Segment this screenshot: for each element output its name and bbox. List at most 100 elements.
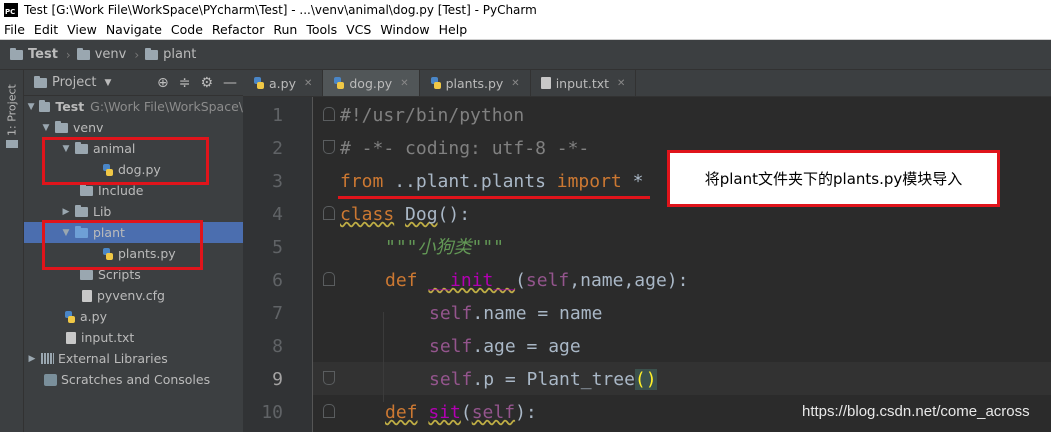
close-icon[interactable]: ✕	[511, 78, 519, 89]
folder-icon	[80, 183, 93, 196]
collapse-arrow-icon[interactable]: ▶	[26, 354, 38, 364]
docstring: """小狗类"""	[385, 237, 505, 258]
keyword: class	[340, 204, 395, 225]
code-text: ):	[515, 402, 537, 423]
code-text: #!/usr/bin/python	[340, 105, 525, 126]
watermark: https://blog.csdn.net/come_across	[802, 403, 1030, 420]
menu-view[interactable]: View	[67, 22, 97, 37]
menu-code[interactable]: Code	[171, 22, 203, 37]
matched-parens: ()	[634, 369, 657, 390]
folder-icon	[75, 204, 88, 217]
python-file-icon	[64, 310, 76, 323]
python-file-icon	[253, 77, 265, 89]
chevron-down-icon[interactable]: ▼	[104, 78, 111, 88]
tree-item-label: External Libraries	[58, 351, 168, 366]
tab-plants-py[interactable]: plants.py ✕	[420, 70, 531, 96]
code-text: ,name,age):	[569, 270, 689, 291]
breadcrumb-label: venv	[94, 47, 127, 62]
folder-icon	[145, 47, 159, 60]
tree-item-path: G:\Work File\WorkSpace\	[90, 99, 243, 114]
folder-icon	[39, 99, 51, 112]
keyword: def	[385, 402, 418, 423]
chevron-right-icon: ›	[134, 47, 140, 62]
tree-item-test[interactable]: ▼ Test G:\Work File\WorkSpace\	[24, 96, 243, 117]
menu-window[interactable]: Window	[380, 22, 429, 37]
breadcrumb-venv[interactable]: venv	[76, 47, 127, 62]
menu-tools[interactable]: Tools	[306, 22, 337, 37]
function-name: sit	[428, 402, 461, 423]
tab-dog-py[interactable]: dog.py ✕	[323, 70, 420, 96]
menu-edit[interactable]: Edit	[34, 22, 58, 37]
menu-refactor[interactable]: Refactor	[212, 22, 264, 37]
tab-label: dog.py	[349, 75, 393, 91]
breadcrumb-test[interactable]: Test	[10, 47, 58, 62]
code-line-5: """小狗类"""	[243, 231, 1051, 264]
folder-icon	[10, 47, 23, 60]
tab-label: a.py	[269, 75, 296, 91]
tab-project-tool[interactable]: 1: Project	[4, 80, 20, 140]
expand-arrow-icon[interactable]: ▼	[26, 102, 36, 112]
tab-label: plants.py	[445, 75, 504, 91]
locate-icon[interactable]: ⊕	[157, 75, 169, 91]
close-icon[interactable]: ✕	[617, 78, 625, 89]
code-line-8: self.age = age	[243, 330, 1051, 363]
code-text: .name = name	[472, 303, 603, 324]
folder-icon	[55, 120, 68, 133]
config-file-icon	[82, 289, 92, 302]
tree-item-venv[interactable]: ▼ venv	[24, 117, 243, 138]
project-icon	[34, 75, 47, 88]
collapse-all-icon[interactable]: ≑	[179, 75, 191, 91]
code-line-7: self.name = name	[243, 297, 1051, 330]
menu-run[interactable]: Run	[273, 22, 297, 37]
tab-label: input.txt	[555, 75, 610, 91]
chevron-right-icon: ›	[65, 47, 71, 62]
close-icon[interactable]: ✕	[400, 78, 408, 89]
self-keyword: self	[429, 336, 473, 357]
code-text: *	[621, 171, 644, 192]
tree-item-external-libraries[interactable]: ▶ External Libraries	[24, 348, 243, 369]
tree-item-scratches[interactable]: Scratches and Consoles	[24, 369, 243, 390]
annotation-note: 将plant文件夹下的plants.py模块导入	[667, 150, 1000, 207]
code-text: .age = age	[472, 336, 581, 357]
menu-help[interactable]: Help	[439, 22, 468, 37]
self-keyword: self	[471, 402, 516, 423]
keyword: def	[385, 270, 418, 291]
expand-arrow-icon[interactable]: ▼	[40, 123, 52, 133]
tree-item-label: pyvenv.cfg	[97, 288, 165, 303]
code-editor[interactable]: 1 2 3 4 5 6 7 8 9 10 #!/usr/bin/python #…	[243, 97, 1051, 432]
tree-item-label: venv	[73, 120, 104, 135]
tree-item-label: Scratches and Consoles	[61, 372, 211, 387]
breadcrumb-label: plant	[163, 47, 197, 62]
python-file-icon	[333, 77, 345, 89]
class-name: Dog	[405, 204, 438, 225]
tab-input-txt[interactable]: input.txt ✕	[531, 70, 637, 96]
close-icon[interactable]: ✕	[304, 78, 312, 89]
structure-icon[interactable]	[6, 140, 18, 148]
tree-item-input-txt[interactable]: input.txt	[24, 327, 243, 348]
code-text: # -*- coding: utf-8 -*-	[340, 138, 590, 159]
project-panel-title[interactable]: Project	[52, 75, 96, 90]
text-file-icon	[66, 331, 76, 344]
collapse-arrow-icon[interactable]: ▶	[60, 207, 72, 217]
menu-navigate[interactable]: Navigate	[106, 22, 162, 37]
menu-vcs[interactable]: VCS	[346, 22, 371, 37]
breadcrumb-plant[interactable]: plant	[145, 47, 196, 62]
tree-item-pyvenv-cfg[interactable]: pyvenv.cfg	[24, 285, 243, 306]
tree-item-a-py[interactable]: a.py	[24, 306, 243, 327]
import-underline-annotation	[338, 196, 650, 199]
tree-item-lib[interactable]: ▶ Lib	[24, 201, 243, 222]
code-text: (	[515, 270, 526, 291]
menu-bar: File Edit View Navigate Code Refactor Ru…	[0, 20, 1051, 40]
hide-icon[interactable]: —	[223, 75, 237, 91]
highlight-box-plant	[42, 220, 203, 270]
folder-icon	[76, 47, 90, 60]
module-path: ..plant.plants	[383, 171, 557, 192]
editor-tab-bar: a.py ✕ dog.py ✕ plants.py ✕ input.txt ✕	[243, 70, 1051, 97]
tool-window-strip: 1: Project	[0, 70, 24, 432]
tree-item-label: Lib	[93, 204, 112, 219]
self-keyword: self	[525, 270, 570, 291]
gear-icon[interactable]: ⚙	[200, 75, 213, 91]
tab-a-py[interactable]: a.py ✕	[243, 70, 324, 96]
menu-file[interactable]: File	[4, 22, 25, 37]
code-line-1: #!/usr/bin/python	[243, 99, 1051, 132]
